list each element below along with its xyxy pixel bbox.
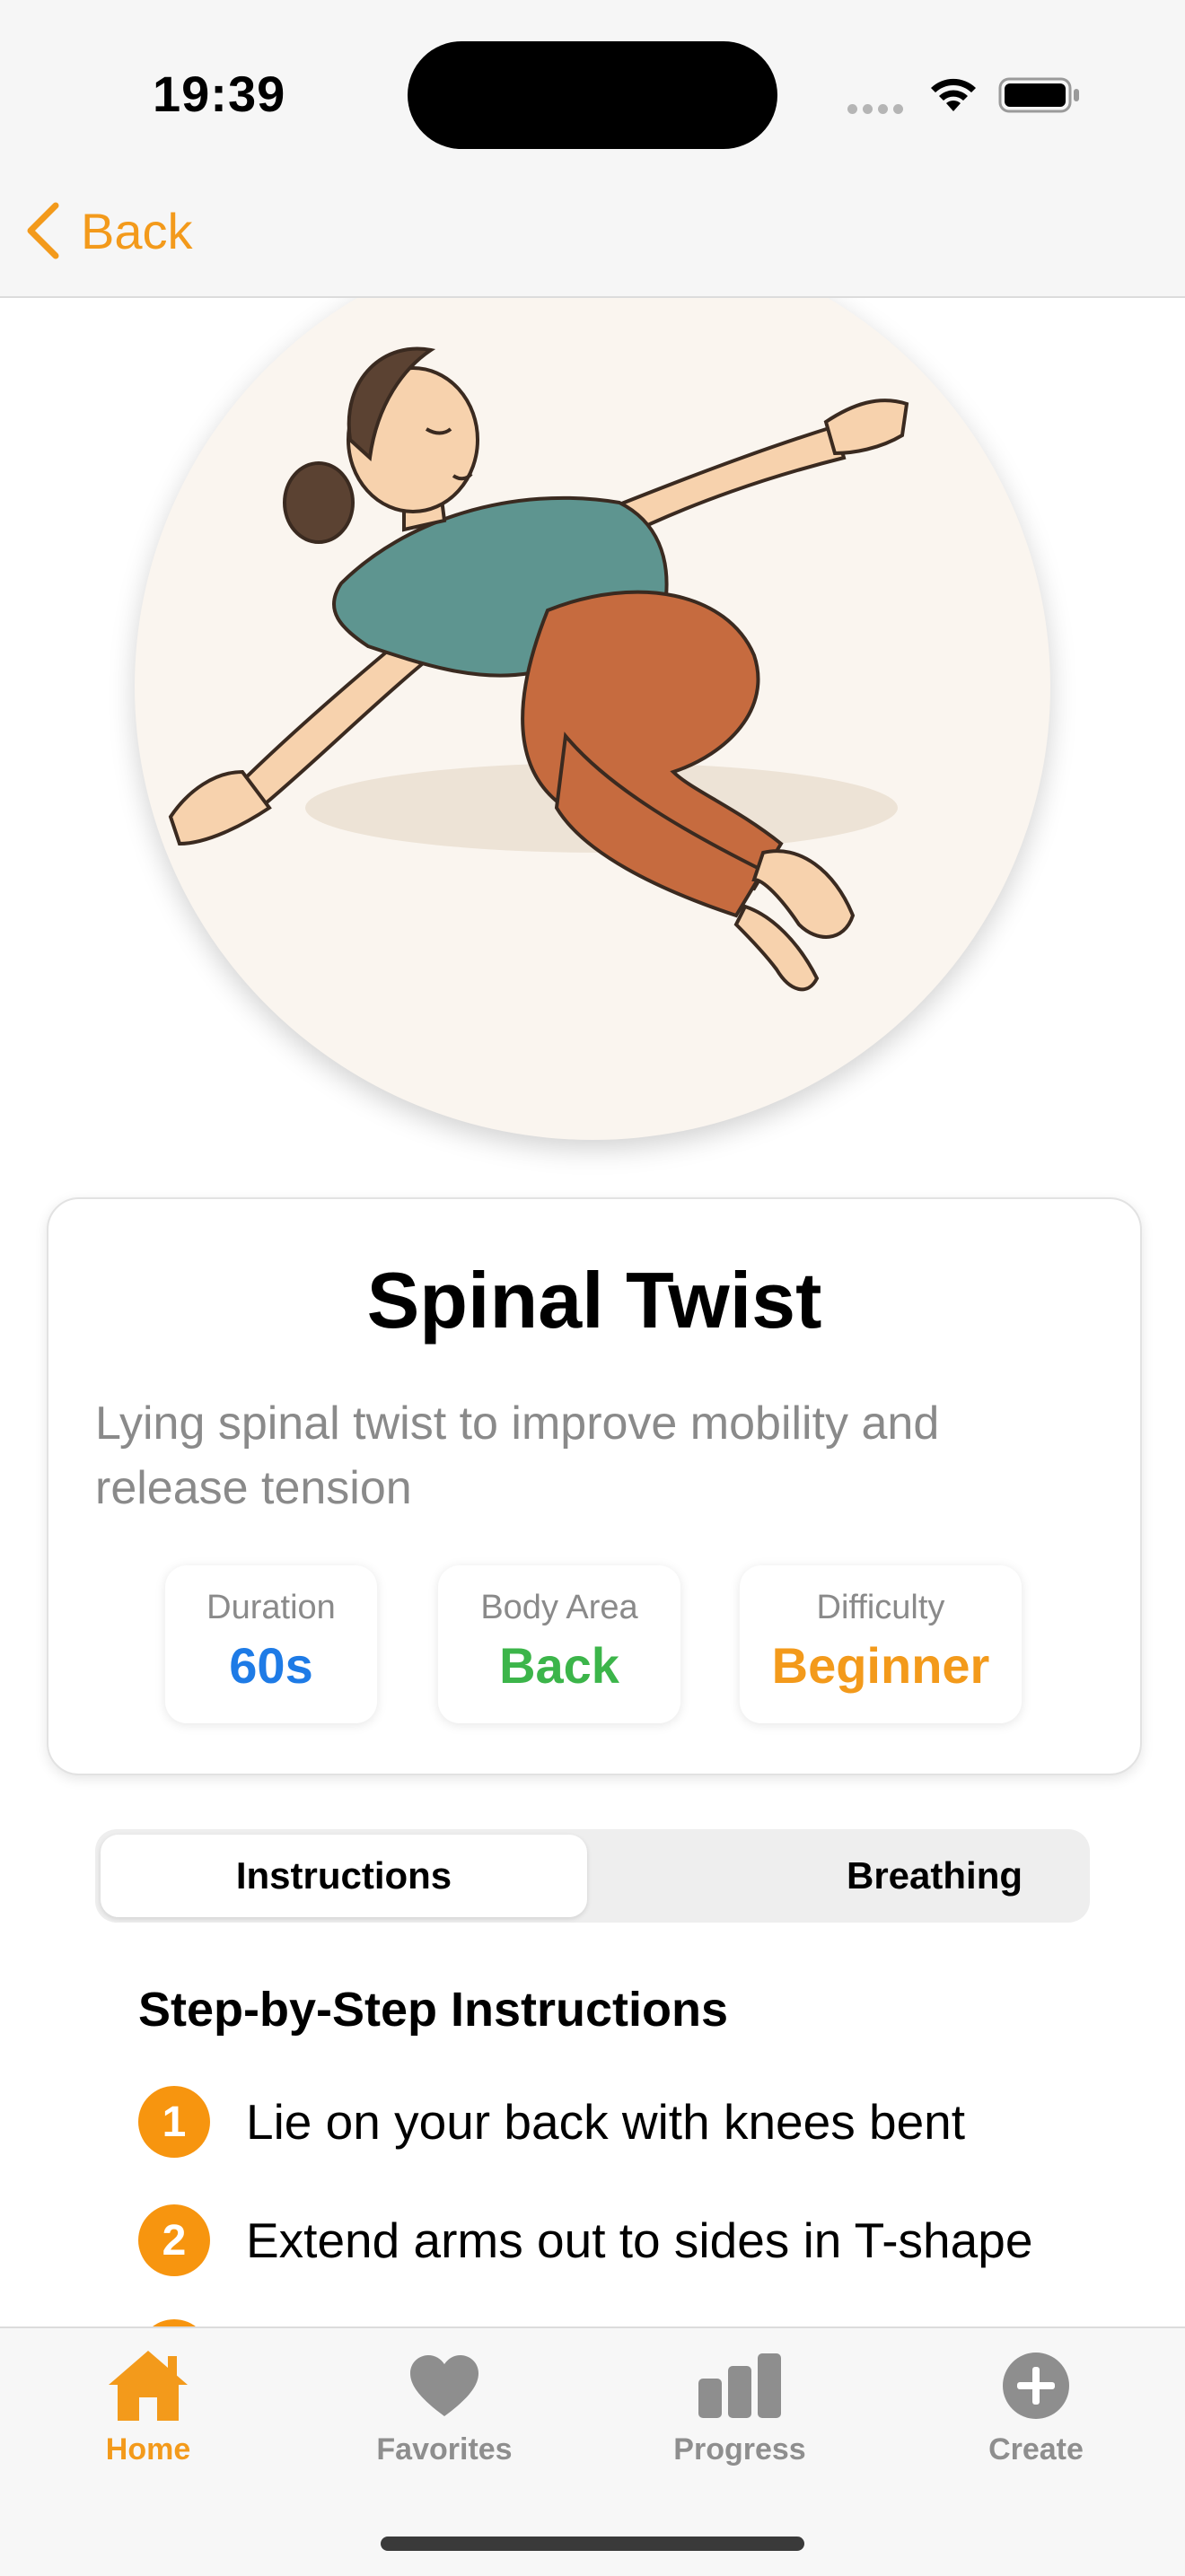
exercise-illustration <box>135 233 1050 1140</box>
tab-favorites[interactable]: Favorites <box>346 2344 543 2467</box>
tab-label: Create <box>988 2432 1084 2466</box>
stat-label: Body Area <box>480 1589 638 1626</box>
segment-instructions[interactable]: Instructions <box>101 1835 587 1917</box>
step-text: Extend arms out to sides in T-shape <box>246 2212 1033 2268</box>
stat-difficulty: Difficulty Beginner <box>740 1565 1022 1723</box>
tab-home[interactable]: Home <box>49 2344 247 2467</box>
stat-body-area: Body Area Back <box>438 1565 680 1723</box>
instructions-heading: Step-by-Step Instructions <box>138 1983 729 2037</box>
exercise-description: Lying spinal twist to improve mobility a… <box>95 1398 940 1514</box>
home-indicator[interactable] <box>381 2537 804 2551</box>
tab-label: Home <box>105 2432 191 2466</box>
battery-icon <box>998 77 1079 113</box>
stat-value: Beginner <box>771 1637 990 1694</box>
cellular-signal-icon <box>847 102 908 118</box>
stat-label: Difficulty <box>816 1589 945 1626</box>
stat-value: Back <box>499 1637 619 1694</box>
status-time: 19:39 <box>153 66 286 122</box>
segmented-control: Instructions Breathing <box>95 1829 1090 1923</box>
navigation-bar: Back <box>0 162 1185 298</box>
tab-progress[interactable]: Progress <box>641 2344 838 2467</box>
stat-value: 60s <box>229 1637 313 1694</box>
step-text: Lie on your back with knees bent <box>246 2094 966 2150</box>
tab-label: Favorites <box>376 2432 513 2466</box>
tab-create[interactable]: Create <box>937 2344 1135 2467</box>
step-number-badge: 1 <box>138 2086 210 2158</box>
status-bar: 19:39 <box>0 0 1185 162</box>
house-icon <box>109 2351 188 2421</box>
plus-circle-icon <box>1003 2353 1069 2419</box>
stat-duration: Duration 60s <box>165 1565 377 1723</box>
chevron-left-icon <box>27 202 59 259</box>
step-number-badge: 2 <box>138 2204 210 2276</box>
bar-chart-icon <box>698 2353 781 2418</box>
back-button[interactable]: Back <box>25 197 193 264</box>
wifi-icon <box>931 78 976 111</box>
exercise-info-card: Spinal Twist Lying spinal twist to impro… <box>47 1197 1142 1775</box>
segment-breathing[interactable]: Breathing <box>688 1835 1181 1917</box>
exercise-title: Spinal Twist <box>366 1256 822 1345</box>
back-label: Back <box>81 202 193 259</box>
instruction-step: 1 Lie on your back with knees bent <box>138 2086 965 2158</box>
tab-label: Progress <box>673 2432 806 2466</box>
dynamic-island <box>408 41 777 149</box>
stat-label: Duration <box>206 1589 336 1626</box>
heart-icon <box>410 2355 478 2416</box>
instruction-step: 2 Extend arms out to sides in T-shape <box>138 2204 1032 2276</box>
